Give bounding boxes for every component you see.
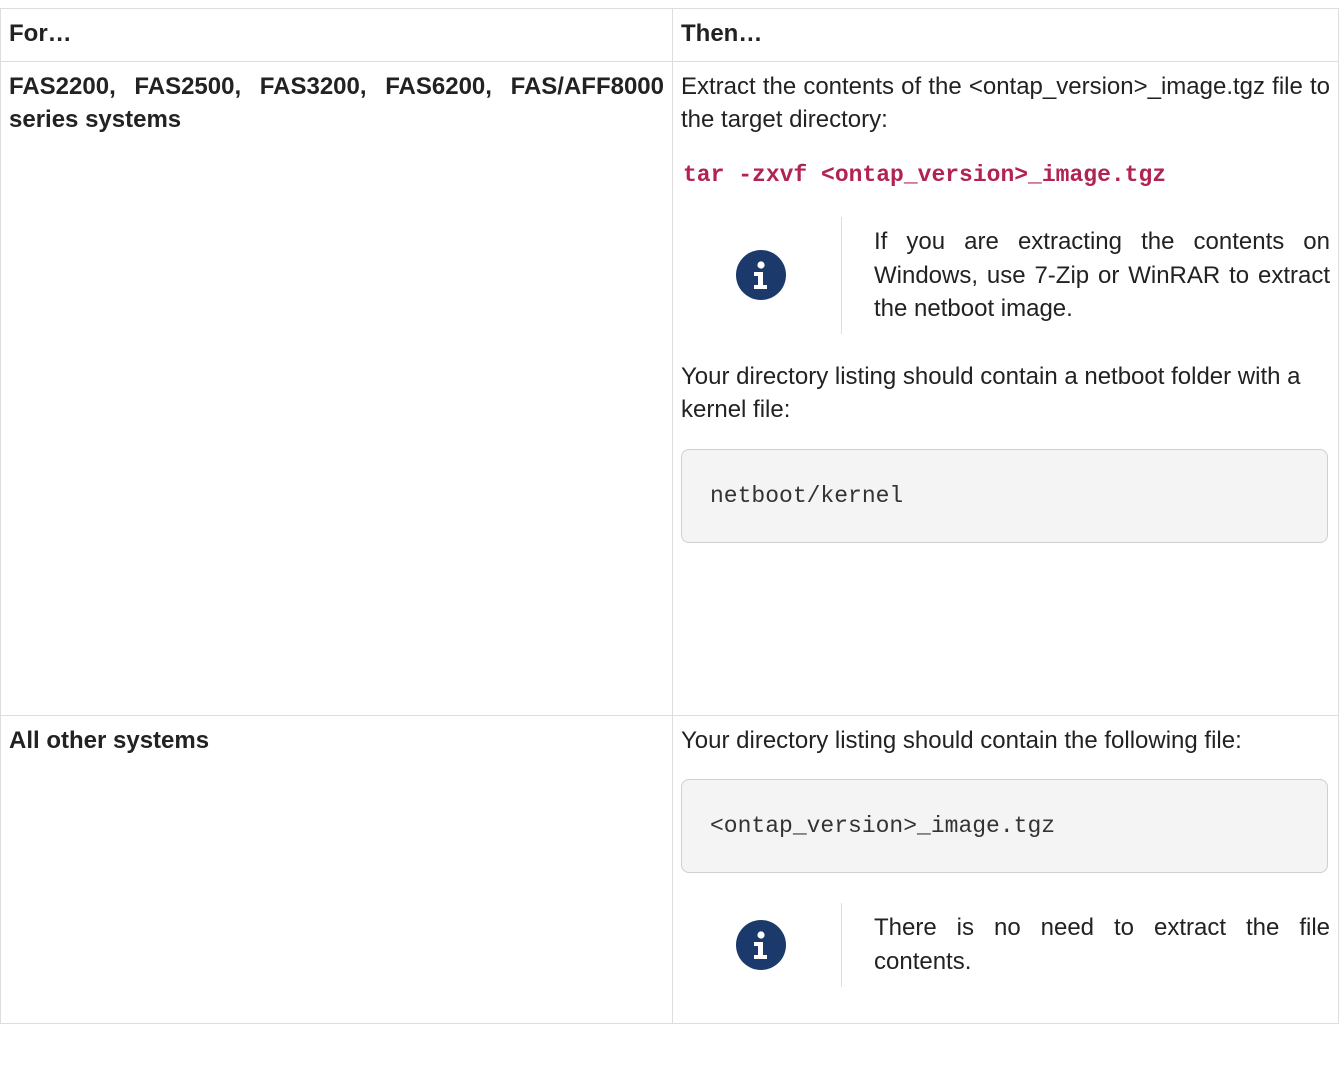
table-row: All other systems Your directory listing…: [0, 714, 1339, 1024]
admonition-note: If you are extracting the contents on Wi…: [681, 216, 1330, 334]
note-icon-cell: [681, 903, 842, 987]
code-block: <ontap_version>_image.tgz: [681, 779, 1328, 874]
admonition-note: There is no need to extract the file con…: [681, 903, 1330, 987]
row1-for-cell: FAS2200, FAS2500, FAS3200, FAS6200, FAS/…: [0, 60, 673, 716]
header-then: Then…: [672, 8, 1339, 62]
note-text: There is no need to extract the file con…: [874, 914, 1330, 975]
platform-table: For… Then… FAS2200, FAS2500, FAS3200, FA…: [0, 8, 1339, 1024]
note-text: If you are extracting the contents on Wi…: [874, 227, 1330, 323]
row1-then-cell: Extract the contents of the <ontap_versi…: [672, 60, 1339, 716]
code-block: netboot/kernel: [681, 448, 1328, 544]
row2-listing-text: Your directory listing should contain th…: [681, 726, 1242, 754]
row1-listing-text: Your directory listing should contain a …: [681, 362, 1301, 424]
extract-command: tar -zxvf <ontap_version>_image.tgz: [683, 161, 1167, 188]
table-header-row: For… Then…: [0, 8, 1339, 62]
info-icon: [736, 919, 786, 970]
row2-then-cell: Your directory listing should contain th…: [672, 714, 1339, 1024]
row1-intro: Extract the contents of the <ontap_versi…: [681, 72, 1330, 134]
note-icon-cell: [681, 216, 842, 334]
header-for: For…: [0, 8, 673, 62]
table-row: FAS2200, FAS2500, FAS3200, FAS6200, FAS/…: [0, 60, 1339, 716]
row2-for-cell: All other systems: [0, 714, 673, 1024]
info-icon: [736, 250, 786, 301]
row1-platforms: FAS2200, FAS2500, FAS3200, FAS6200, FAS/…: [9, 72, 664, 134]
row2-platforms: All other systems: [9, 726, 210, 754]
